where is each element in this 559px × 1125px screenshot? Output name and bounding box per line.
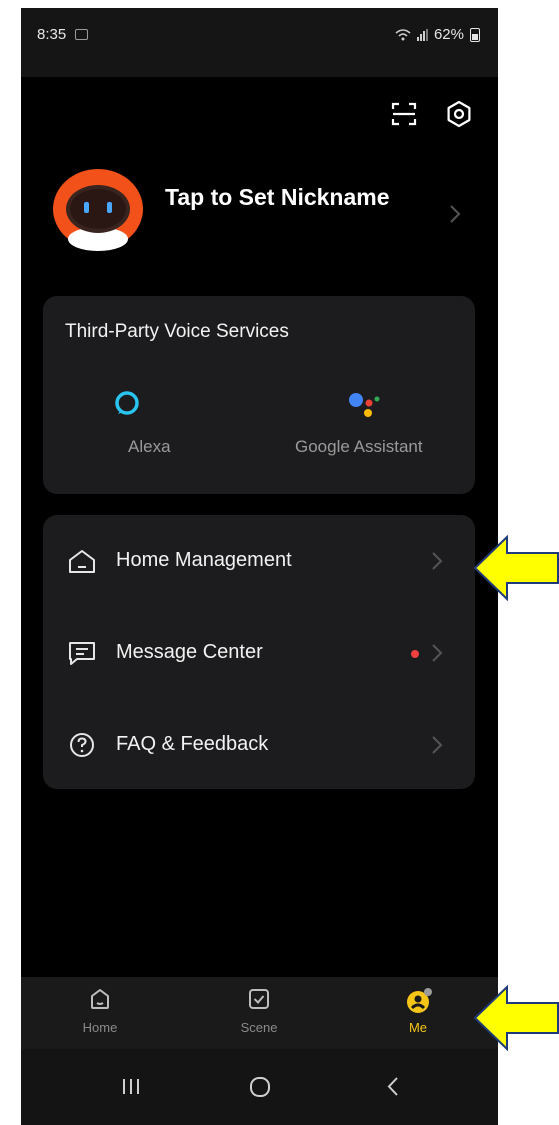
tab-label: Me: [408, 1020, 428, 1035]
settings-hexagon-icon[interactable]: [444, 99, 474, 129]
annotation-arrow-icon: [473, 535, 559, 601]
menu-item-message-center[interactable]: Message Center: [43, 607, 475, 699]
home-circle-icon[interactable]: [240, 1067, 280, 1107]
notification-icon: [75, 29, 88, 40]
google-assistant-icon: [349, 393, 380, 417]
chevron-right-icon: [432, 644, 443, 662]
status-time: 8:35: [37, 26, 67, 43]
battery-percent: 62%: [433, 26, 464, 43]
menu-item-label: Message Center: [116, 641, 263, 663]
unread-badge: [411, 650, 419, 658]
alexa-label: Alexa: [128, 437, 171, 456]
phone-screen: 8:35 62% Tap to Set Nickname Third-Party…: [21, 8, 498, 1125]
menu-item-faq-feedback[interactable]: FAQ & Feedback: [43, 699, 475, 791]
home-outline-icon: [69, 550, 95, 573]
message-icon: [69, 642, 95, 665]
question-icon: [70, 733, 94, 757]
chevron-right-icon: [450, 205, 461, 223]
voice-services-title: Third-Party Voice Services: [65, 321, 289, 342]
google-assistant-label: Google Assistant: [295, 437, 423, 456]
chevron-right-icon: [432, 736, 443, 754]
scene-checkbox-icon: [249, 989, 269, 1009]
annotation-arrow-icon: [473, 985, 559, 1051]
back-icon[interactable]: [373, 1067, 413, 1107]
robot-avatar-icon: [53, 169, 143, 251]
system-nav-bar: [21, 1049, 498, 1125]
menu-item-label: Home Management: [116, 549, 292, 571]
menu-item-home-management[interactable]: Home Management: [43, 515, 475, 607]
menu-card: Home Management Message Center FAQ & Fee…: [43, 515, 475, 789]
nickname-label: Tap to Set Nickname: [165, 184, 390, 210]
voice-services-card: Third-Party Voice Services: [43, 296, 475, 494]
tab-label: Scene: [240, 1020, 278, 1035]
signal-icon: [416, 28, 428, 41]
tab-me[interactable]: Me: [358, 977, 478, 1049]
status-indicators: 62%: [395, 26, 480, 43]
home-icon: [91, 989, 109, 1009]
tab-label: Home: [82, 1020, 118, 1035]
status-bar: 8:35 62%: [21, 8, 498, 77]
tab-scene[interactable]: Scene: [199, 977, 319, 1049]
scan-icon[interactable]: [389, 99, 419, 129]
wifi-icon: [395, 28, 411, 40]
tab-home[interactable]: Home: [40, 977, 160, 1049]
menu-item-label: FAQ & Feedback: [116, 733, 269, 755]
battery-icon: [470, 27, 480, 42]
bottom-tab-bar: Home Scene Me: [21, 977, 498, 1049]
chevron-right-icon: [432, 552, 443, 570]
recents-icon[interactable]: [111, 1067, 151, 1107]
alexa-icon: [115, 391, 139, 415]
me-profile-icon: [407, 988, 432, 1013]
